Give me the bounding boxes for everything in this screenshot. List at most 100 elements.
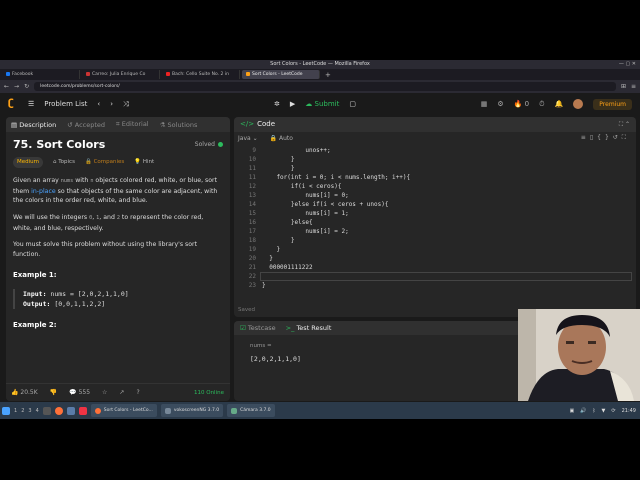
- code-line[interactable]: nums[i] = 0;: [262, 192, 348, 199]
- url-bar[interactable]: leetcode.com/problems/sort-colors/: [34, 82, 616, 91]
- workspace-4[interactable]: 4: [36, 408, 39, 414]
- problem-title: 75. Sort Colors Solved: [13, 139, 223, 150]
- code-line[interactable]: nums[i] = 2;: [262, 228, 348, 235]
- tab-testcase[interactable]: ☑ Testcase: [240, 324, 276, 332]
- premium-button[interactable]: Premium: [593, 98, 632, 110]
- code-line[interactable]: }: [262, 282, 266, 289]
- code-panel-header: </> Code ⛶ ⌃: [234, 117, 636, 132]
- tab-leetcode[interactable]: Sort Colors - LeetCode: [242, 70, 320, 79]
- task-camera[interactable]: Cámara 3.7.0: [227, 404, 275, 417]
- problem-title-text[interactable]: 75. Sort Colors: [13, 139, 105, 150]
- favorite-icon[interactable]: ☆: [102, 389, 107, 396]
- shuffle-icon[interactable]: ⤨: [123, 100, 129, 109]
- topics-tag[interactable]: ⌂ Topics: [53, 158, 75, 168]
- settings-icon[interactable]: ⚙: [497, 100, 503, 108]
- editor-actions[interactable]: ≡▯{}↺⛶: [581, 134, 630, 142]
- reload-icon[interactable]: ↻: [24, 83, 29, 90]
- line-number: 20: [248, 255, 256, 262]
- workspace-2[interactable]: 2: [21, 408, 24, 414]
- tab-solutions-label: Solutions: [167, 120, 198, 129]
- tab-editorial[interactable]: ⌗ Editorial: [116, 120, 149, 129]
- streak-counter[interactable]: 🔥 0: [514, 100, 529, 108]
- new-tab-button[interactable]: +: [322, 71, 331, 79]
- window-controls[interactable]: — ▢ ✕: [619, 60, 636, 69]
- run-icon[interactable]: ▶: [290, 100, 295, 108]
- code-editor[interactable]: 9 unos++; 10 } 11 } 11 for(int i = 0; i < n…: [234, 147, 636, 289]
- code-line[interactable]: }: [262, 165, 295, 172]
- tab-test-result[interactable]: >_ Test Result: [286, 324, 332, 332]
- tab-accepted[interactable]: ↺ Accepted: [67, 121, 105, 129]
- menu-icon[interactable]: ≡: [631, 83, 636, 90]
- volume-icon[interactable]: 🔊: [580, 408, 586, 414]
- share-icon[interactable]: ↗: [119, 389, 124, 396]
- layout-icon[interactable]: ▦: [481, 100, 488, 108]
- tab-facebook[interactable]: Facebook: [2, 70, 80, 79]
- start-menu-icon[interactable]: [2, 406, 10, 415]
- firefox-launcher-icon[interactable]: [54, 406, 63, 415]
- leetcode-logo-icon[interactable]: ʗ: [8, 99, 18, 109]
- help-icon[interactable]: ?: [136, 389, 139, 396]
- like-button[interactable]: 👍 20.5K: [11, 389, 38, 396]
- language-select[interactable]: Java ⌄: [238, 135, 258, 142]
- tab-correo[interactable]: Carreo: Julia Enrique Co: [82, 70, 160, 79]
- code-line[interactable]: }: [262, 246, 280, 253]
- code-line[interactable]: }: [262, 255, 273, 262]
- timer-icon[interactable]: ⏱: [539, 100, 544, 109]
- code-line[interactable]: 000001111222: [262, 264, 312, 271]
- code-line[interactable]: if(i < ceros){: [262, 183, 342, 190]
- in-place-link[interactable]: in-place: [31, 188, 56, 195]
- problem-list-icon[interactable]: ☰: [28, 100, 34, 108]
- tab-description[interactable]: ▤ Description: [11, 121, 56, 129]
- line-number: 17: [248, 228, 256, 235]
- auto-mode[interactable]: 🔒 Auto: [270, 135, 293, 142]
- comments-button[interactable]: 💬 555: [69, 389, 90, 396]
- code-line[interactable]: nums[i] = 1;: [262, 210, 348, 217]
- bluetooth-icon[interactable]: ᛒ: [593, 408, 596, 414]
- companies-label: Companies: [93, 158, 125, 165]
- code-line[interactable]: }: [262, 156, 295, 163]
- back-icon[interactable]: ←: [4, 83, 9, 90]
- inline-code: nums: [60, 178, 74, 185]
- leetcode-icon: [246, 71, 250, 76]
- code-line[interactable]: }else if(i < ceros + unos){: [262, 201, 389, 208]
- companies-tag[interactable]: 🔒 Companies: [85, 158, 124, 168]
- next-problem-icon[interactable]: ›: [110, 100, 113, 108]
- browser-launcher-icon[interactable]: [78, 406, 87, 415]
- check-icon: ☑: [240, 324, 246, 332]
- files-launcher-icon[interactable]: [66, 406, 75, 415]
- workspace-3[interactable]: 3: [28, 408, 31, 414]
- task-firefox[interactable]: Sort Colors - LeetCo...: [90, 404, 157, 417]
- submit-button[interactable]: ☁ Submit: [305, 100, 339, 108]
- notifications-icon[interactable]: 🔔: [555, 100, 564, 108]
- debug-icon[interactable]: ✲: [274, 100, 280, 108]
- code-line[interactable]: }: [262, 237, 295, 244]
- task-vokoscreen[interactable]: vokoscreenNG 3.7.0: [160, 404, 224, 417]
- forward-icon[interactable]: →: [14, 83, 19, 90]
- system-tray: ▣ 🔊 ᛒ ▼ ⟳ 21:49: [570, 402, 636, 419]
- text: with: [73, 177, 91, 185]
- avatar[interactable]: [573, 99, 584, 109]
- maximize-icon[interactable]: ⛶ ⌃: [619, 117, 630, 132]
- workspace-1[interactable]: 1: [14, 408, 17, 414]
- clock[interactable]: 21:49: [622, 408, 636, 414]
- notes-icon[interactable]: ▢: [349, 100, 356, 108]
- tab-youtube[interactable]: Bach: Cello Suite No. 2 in: [162, 70, 240, 79]
- code-line[interactable]: [262, 273, 269, 280]
- task-label: Sort Colors - LeetCo...: [103, 408, 153, 413]
- problem-list-link[interactable]: Problem List: [44, 100, 87, 108]
- code-line[interactable]: unos++;: [262, 147, 330, 154]
- terminal-launcher-icon[interactable]: [42, 406, 51, 415]
- extensions-icon[interactable]: ⊞: [621, 83, 626, 90]
- tab-label: Carreo: Julia Enrique Co: [92, 72, 146, 77]
- tab-test-result-label: Test Result: [296, 324, 332, 332]
- prev-problem-icon[interactable]: ‹: [97, 100, 100, 108]
- code-line[interactable]: }else{: [262, 219, 313, 226]
- hint-tag[interactable]: 💡 Hint: [134, 158, 154, 168]
- clipboard-icon[interactable]: ▣: [570, 408, 575, 414]
- network-icon[interactable]: ▼: [602, 408, 606, 414]
- dislike-icon[interactable]: 👎: [50, 389, 57, 396]
- update-icon[interactable]: ⟳: [611, 408, 615, 414]
- run-controls: ✲ ▶ ☁ Submit ▢: [274, 100, 356, 108]
- code-line[interactable]: for(int i = 0; i < nums.length; i++){: [262, 174, 410, 181]
- tab-solutions[interactable]: ⚗ Solutions: [160, 121, 198, 129]
